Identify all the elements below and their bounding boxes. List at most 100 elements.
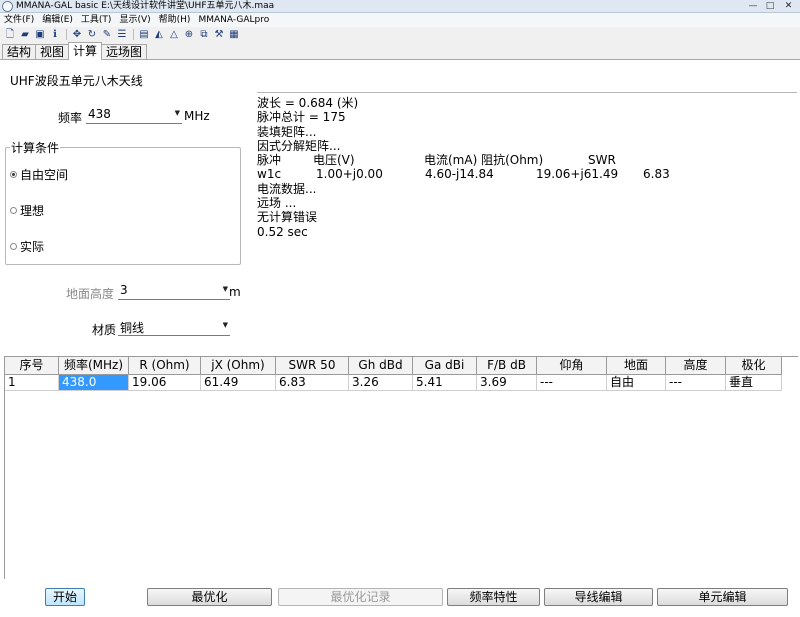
edit-icon[interactable]: ✎ — [101, 29, 113, 41]
tools-icon[interactable]: ⚒ — [213, 29, 225, 41]
title-bar: MMANA-GAL basic E:\天线设计软件讲堂\UHF五单元八木.maa… — [0, 0, 800, 13]
elapsed-time-text: 0.52 sec — [257, 224, 308, 239]
tab-view[interactable]: 视图 — [35, 44, 70, 60]
new-file-icon[interactable]: 🗋 — [4, 29, 16, 41]
wavelength-text: 波长 = 0.684 (米) — [257, 96, 359, 110]
column-header[interactable]: 极化 — [726, 357, 782, 375]
antenna-name: UHF波段五单元八木天线 — [10, 74, 143, 88]
column-header[interactable]: 高度 — [666, 357, 726, 375]
column-header[interactable]: 频率(MHz) — [59, 357, 129, 375]
radio-real[interactable]: 实际 — [10, 238, 44, 255]
current-data-text: 电流数据... — [257, 181, 317, 196]
row-swr: 6.83 — [643, 167, 670, 182]
results-header: 脉冲 电压(V) 电流(mA) 阻抗(Ohm) SWR — [257, 153, 797, 167]
column-header[interactable]: F/B dB — [477, 357, 537, 375]
table-cell[interactable]: 垂直 — [726, 375, 782, 391]
table-row[interactable]: 1 438.0 19.06 61.49 6.83 3.26 5.41 3.69 … — [5, 375, 782, 391]
column-header[interactable]: R (Ohm) — [129, 357, 201, 375]
close-button[interactable]: ✕ — [780, 0, 797, 12]
toolbar: 🗋 ▰ ▣ ℹ ✥ ↻ ✎ ☰ ▤ ◭ △ ⊕ ⧉ ⚒ ▦ — [0, 27, 800, 42]
menu-view[interactable]: 显示(V) — [115, 13, 154, 27]
table-cell[interactable]: --- — [666, 375, 726, 391]
row-impedance: 19.06+j61.49 — [536, 167, 619, 182]
frequency-combo[interactable]: 438 ▼ — [86, 106, 182, 124]
tab-strip: 结构 视图 计算 远场图 — [2, 42, 148, 60]
table-cell[interactable]: 自由 — [607, 375, 666, 391]
chevron-down-icon[interactable]: ▼ — [223, 285, 228, 293]
target-icon[interactable]: ⊕ — [183, 29, 195, 41]
material-value: 铜线 — [120, 321, 145, 335]
optimize-button[interactable]: 最优化 — [147, 588, 272, 606]
rotate-icon[interactable]: ↻ — [86, 29, 98, 41]
list-icon[interactable]: ☰ — [116, 29, 128, 41]
row-current: 4.60-j14.84 — [425, 167, 494, 182]
triangle-icon[interactable]: △ — [168, 29, 180, 41]
tab-farfield[interactable]: 远场图 — [101, 44, 148, 60]
ground-height-unit: m — [229, 285, 241, 299]
info-icon[interactable]: ℹ — [49, 29, 61, 41]
table-cell[interactable]: --- — [537, 375, 607, 391]
results-row: w1c 1.00+j0.00 4.60-j14.84 19.06+j61.49 … — [257, 167, 797, 181]
radio-selected-icon[interactable] — [10, 171, 17, 178]
table-cell[interactable]: 19.06 — [129, 375, 201, 391]
calc-conditions-title: 计算条件 — [10, 139, 61, 156]
calculator-icon[interactable]: ▦ — [228, 29, 240, 41]
chevron-down-icon[interactable]: ▼ — [223, 321, 228, 329]
frequency-unit: MHz — [184, 109, 210, 123]
column-header[interactable]: jX (Ohm) — [201, 357, 276, 375]
far-field-text: 远场 ... — [257, 196, 297, 211]
row-pulse: w1c — [257, 167, 282, 182]
menu-pro[interactable]: MMANA-GALpro — [194, 13, 273, 27]
table-cell[interactable]: 5.41 — [413, 375, 477, 391]
radio-free-space[interactable]: 自由空间 — [10, 166, 68, 183]
column-header[interactable]: 仰角 — [537, 357, 607, 375]
app-icon — [2, 1, 13, 12]
chevron-down-icon[interactable]: ▼ — [175, 109, 180, 117]
tab-calculate[interactable]: 计算 — [68, 42, 103, 60]
frequency-characteristics-button[interactable]: 频率特性 — [447, 588, 540, 606]
radio-unselected-icon[interactable] — [10, 207, 17, 214]
column-header[interactable]: Ga dBi — [413, 357, 477, 375]
column-header[interactable]: 地面 — [607, 357, 666, 375]
toolbar-separator — [66, 29, 67, 40]
material-combo[interactable]: 铜线 ▼ — [118, 318, 230, 336]
table-cell-selected[interactable]: 438.0 — [59, 375, 129, 391]
ground-height-combo[interactable]: 3 ▼ — [118, 282, 230, 300]
radio-free-space-label: 自由空间 — [20, 168, 69, 182]
menu-edit[interactable]: 编辑(E) — [38, 13, 77, 27]
column-header[interactable]: SWR 50 — [276, 357, 349, 375]
frequency-label: 频率 — [58, 111, 83, 125]
maximize-button[interactable]: □ — [763, 0, 777, 12]
open-folder-icon[interactable]: ▰ — [19, 29, 31, 41]
table-cell[interactable]: 6.83 — [276, 375, 349, 391]
results-table[interactable]: 序号 频率(MHz) R (Ohm) jX (Ohm) SWR 50 Gh dB… — [4, 356, 798, 579]
table-cell[interactable]: 3.26 — [349, 375, 413, 391]
start-button[interactable]: 开始 — [45, 588, 85, 606]
minimize-button[interactable]: — — [746, 0, 760, 12]
table-cell[interactable]: 61.49 — [201, 375, 276, 391]
radio-ideal[interactable]: 理想 — [10, 202, 44, 219]
copy-icon[interactable]: ⧉ — [198, 29, 210, 41]
ground-height-label: 地面高度 — [66, 287, 115, 301]
flag-icon[interactable]: ◭ — [153, 29, 165, 41]
doc-icon[interactable]: ▤ — [138, 29, 150, 41]
move-icon[interactable]: ✥ — [71, 29, 83, 41]
column-header[interactable]: 序号 — [5, 357, 59, 375]
tab-structure[interactable]: 结构 — [2, 44, 37, 60]
no-error-text: 无计算错误 — [257, 210, 318, 225]
column-header[interactable]: Gh dBd — [349, 357, 413, 375]
save-icon[interactable]: ▣ — [34, 29, 46, 41]
header-pulse: 脉冲 — [257, 153, 282, 168]
table-cell[interactable]: 1 — [5, 375, 59, 391]
radio-unselected-icon[interactable] — [10, 243, 17, 250]
wire-edit-button[interactable]: 导线编辑 — [544, 588, 653, 606]
menu-help[interactable]: 帮助(H) — [155, 13, 195, 27]
optimize-log-button[interactable]: 最优化记录 — [278, 588, 443, 606]
table-cell[interactable]: 3.69 — [477, 375, 537, 391]
window-title: MMANA-GAL basic E:\天线设计软件讲堂\UHF五单元八木.maa — [16, 1, 275, 11]
element-edit-button[interactable]: 单元编辑 — [657, 588, 788, 606]
menu-tools[interactable]: 工具(T) — [77, 13, 116, 27]
radio-real-label: 实际 — [20, 240, 45, 254]
menu-file[interactable]: 文件(F) — [0, 13, 38, 27]
frequency-value: 438 — [88, 107, 111, 121]
